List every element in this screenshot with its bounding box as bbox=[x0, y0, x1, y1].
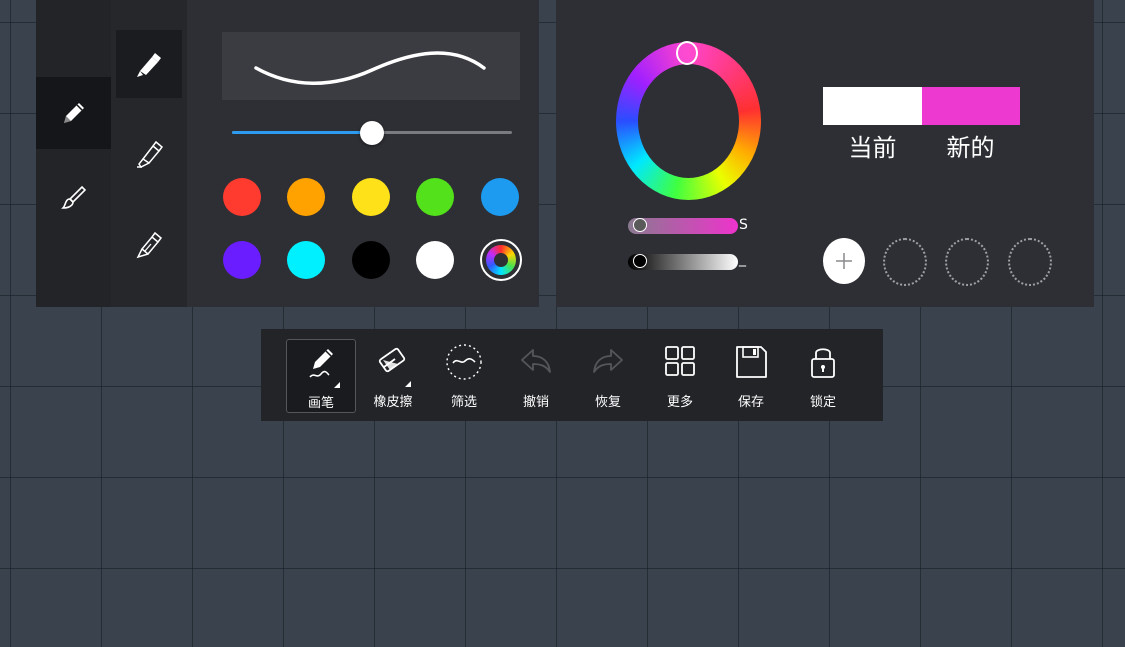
brush-icon bbox=[60, 185, 86, 209]
brightness-label: _ bbox=[739, 251, 746, 267]
slider-fill bbox=[232, 131, 372, 134]
saturation-slider[interactable] bbox=[628, 218, 738, 234]
toolbar-more-button[interactable]: 更多 bbox=[645, 339, 715, 413]
hue-handle[interactable] bbox=[676, 41, 698, 65]
toolbar-label: 更多 bbox=[666, 395, 693, 410]
color-swatch[interactable] bbox=[223, 241, 261, 279]
pen-icon bbox=[63, 103, 84, 123]
tool-brush-button[interactable] bbox=[36, 162, 111, 234]
color-swatch[interactable] bbox=[416, 178, 454, 216]
stroke-preview bbox=[222, 32, 520, 100]
toolbar-label: 恢复 bbox=[594, 395, 621, 410]
lasso-icon bbox=[446, 344, 482, 380]
eraser-icon bbox=[378, 347, 406, 373]
brightness-knob[interactable] bbox=[632, 254, 647, 268]
color-compare bbox=[823, 87, 1020, 125]
plus-icon bbox=[836, 253, 852, 269]
color-wheel-icon bbox=[486, 245, 516, 275]
tool-type-column bbox=[36, 0, 111, 307]
toolbar-redo-button[interactable]: 恢复 bbox=[573, 339, 643, 413]
toolbar-label: 保存 bbox=[737, 395, 764, 410]
variant-highlighter-button[interactable] bbox=[116, 120, 182, 188]
highlighter-icon bbox=[137, 140, 164, 168]
color-swatch[interactable] bbox=[287, 241, 325, 279]
color-picker-panel: S _ 当前 新的 bbox=[556, 0, 1094, 307]
color-swatch[interactable] bbox=[481, 178, 519, 216]
pen-settings-panel bbox=[36, 0, 539, 307]
new-color-swatch bbox=[922, 87, 1020, 125]
color-swatch[interactable] bbox=[352, 241, 390, 279]
saturation-label: S bbox=[739, 217, 748, 233]
empty-color-slot[interactable] bbox=[883, 238, 927, 286]
toolbar-lock-button[interactable]: 锁定 bbox=[788, 339, 858, 413]
toolbar-undo-button[interactable]: 撤销 bbox=[501, 339, 571, 413]
add-color-button[interactable] bbox=[823, 238, 865, 284]
color-swatch[interactable] bbox=[416, 241, 454, 279]
redo-icon bbox=[593, 349, 623, 373]
toolbar-save-button[interactable]: 保存 bbox=[716, 339, 786, 413]
grid-icon bbox=[665, 346, 695, 376]
empty-color-slot[interactable] bbox=[1008, 238, 1052, 286]
toolbar-label: 画笔 bbox=[307, 396, 334, 411]
submenu-indicator bbox=[334, 382, 340, 388]
pen-icon bbox=[309, 349, 333, 378]
color-swatch[interactable] bbox=[287, 178, 325, 216]
submenu-indicator bbox=[405, 381, 411, 387]
pen-variant-column bbox=[111, 0, 187, 307]
custom-color-button[interactable] bbox=[480, 239, 522, 281]
variant-chisel-marker-button[interactable] bbox=[116, 210, 182, 278]
toolbar-lasso-button[interactable]: 筛选 bbox=[429, 339, 499, 413]
color-swatch[interactable] bbox=[352, 178, 390, 216]
toolbar-label: 撤销 bbox=[522, 395, 549, 410]
toolbar-label: 筛选 bbox=[450, 395, 477, 410]
empty-color-slot[interactable] bbox=[945, 238, 989, 286]
toolbar-eraser-button[interactable]: 橡皮擦 bbox=[358, 339, 428, 413]
toolbar-label: 锁定 bbox=[809, 395, 836, 410]
slider-thumb[interactable] bbox=[360, 121, 384, 145]
marker-icon bbox=[137, 53, 161, 77]
undo-icon bbox=[521, 349, 551, 373]
color-swatch[interactable] bbox=[223, 178, 261, 216]
variant-marker-button[interactable] bbox=[116, 30, 182, 98]
stroke-width-slider[interactable] bbox=[232, 117, 512, 149]
current-color-swatch bbox=[823, 87, 922, 125]
new-color-label: 新的 bbox=[946, 134, 995, 162]
toolbar-pen-button[interactable]: 画笔 bbox=[286, 339, 356, 413]
chisel-marker-icon bbox=[136, 231, 163, 259]
tool-pen-button[interactable] bbox=[36, 77, 111, 149]
hue-ring[interactable] bbox=[616, 42, 761, 200]
toolbar-label: 橡皮擦 bbox=[373, 395, 413, 410]
save-icon bbox=[736, 346, 767, 378]
bottom-toolbar: 画笔 橡皮擦 筛选 撤销 恢复 更多 保存 锁定 bbox=[261, 329, 883, 421]
saturation-knob[interactable] bbox=[632, 218, 647, 232]
current-color-label: 当前 bbox=[848, 134, 897, 162]
brightness-slider[interactable] bbox=[628, 254, 738, 270]
lock-icon bbox=[811, 348, 835, 378]
